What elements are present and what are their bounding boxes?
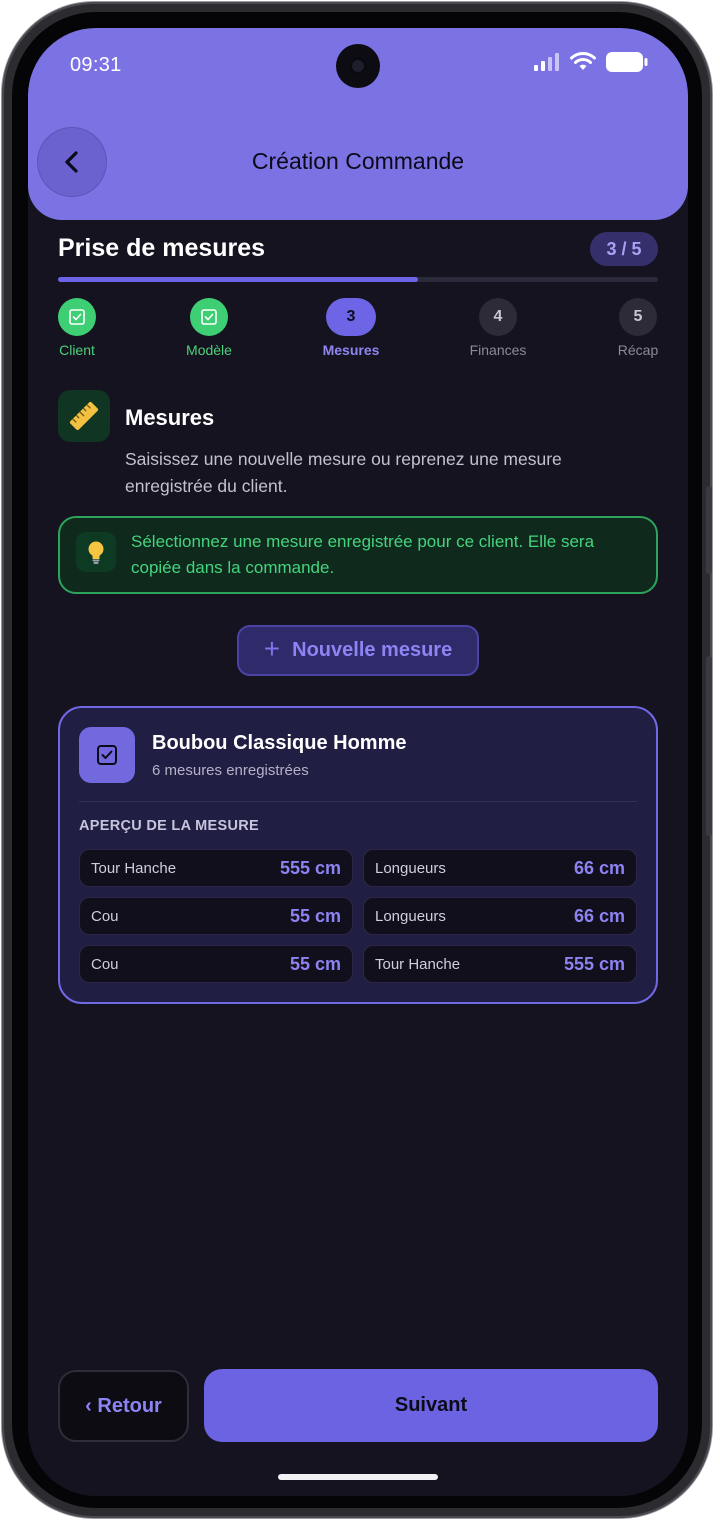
measure-value: 66 cm	[573, 905, 625, 926]
step-dot: 5	[619, 298, 657, 336]
section-description: Saisissez une nouvelle mesure ou reprene…	[125, 449, 562, 496]
step-recap[interactable]: 5 Récap	[618, 298, 658, 358]
measure-item: Longueurs 66 cm	[363, 897, 637, 935]
step-label: Modèle	[186, 342, 232, 358]
measure-name: Longueurs	[375, 907, 446, 925]
step-dot	[58, 298, 96, 336]
progress-bar-fill	[58, 277, 418, 282]
divider	[79, 801, 637, 802]
measure-name: Tour Hanche	[91, 859, 177, 877]
saved-measure-card[interactable]: Boubou Classique Homme 6 mesures enregis…	[58, 706, 658, 1004]
check-square-icon	[201, 309, 217, 325]
step-dot: 3	[326, 298, 376, 336]
home-indicator[interactable]	[278, 1474, 438, 1480]
check-square-icon	[79, 727, 135, 783]
measure-card-subtitle: 6 mesures enregistrées	[152, 762, 309, 779]
measure-value: 66 cm	[573, 857, 625, 878]
step-client[interactable]: Client	[57, 298, 97, 358]
step-finances[interactable]: 4 Finances	[470, 298, 526, 358]
progress-bar	[58, 277, 658, 282]
signal-icon	[534, 53, 559, 71]
measure-item: Longueurs 66 cm	[363, 849, 637, 887]
measure-value: 55 cm	[289, 953, 341, 974]
new-measure-label: Nouvelle mesure	[292, 639, 453, 661]
front-camera	[336, 44, 380, 88]
lightbulb-icon	[76, 532, 116, 572]
check-square-icon	[69, 309, 85, 325]
section-title: Mesures	[125, 405, 215, 430]
preview-title: APERÇU DE LA MESURE	[79, 818, 259, 834]
battery-icon	[606, 52, 648, 72]
measure-value: 55 cm	[289, 905, 341, 926]
status-time: 09:31	[70, 54, 122, 76]
screen: 09:31 Création Commande Prise de mesures…	[28, 28, 688, 1496]
retour-button[interactable]: ‹ Retour	[58, 1370, 189, 1442]
step-label: Mesures	[322, 342, 380, 358]
measure-name: Cou	[91, 907, 119, 925]
measure-name: Cou	[91, 955, 119, 973]
measure-item: Tour Hanche 555 cm	[363, 945, 637, 983]
step-dot	[190, 298, 228, 336]
measure-item: Cou 55 cm	[79, 945, 353, 983]
step-label: Client	[59, 342, 95, 358]
step-dot: 4	[479, 298, 517, 336]
measure-value: 555 cm	[563, 953, 625, 974]
new-measure-button[interactable]: + Nouvelle mesure	[237, 625, 479, 676]
info-banner: Sélectionnez une mesure enregistrée pour…	[58, 516, 658, 594]
ruler-icon	[58, 390, 110, 442]
step-title: Prise de mesures	[58, 234, 266, 262]
measure-card-title: Boubou Classique Homme	[152, 732, 407, 754]
step-mesures[interactable]: 3 Mesures	[321, 298, 381, 358]
step-label: Récap	[617, 342, 659, 358]
measure-item: Cou 55 cm	[79, 897, 353, 935]
suivant-button[interactable]: Suivant	[204, 1369, 658, 1442]
plus-icon: +	[263, 633, 281, 664]
status-icons	[534, 52, 648, 72]
measure-value: 555 cm	[279, 857, 341, 878]
side-button	[706, 656, 712, 836]
measure-name: Tour Hanche	[375, 955, 461, 973]
side-button	[706, 486, 712, 574]
info-banner-text: Sélectionnez une mesure enregistrée pour…	[131, 532, 595, 577]
step-modele[interactable]: Modèle	[186, 298, 232, 358]
page-title: Création Commande	[251, 148, 465, 174]
measure-item: Tour Hanche 555 cm	[79, 849, 353, 887]
wifi-icon	[570, 52, 596, 70]
step-label: Finances	[469, 342, 527, 358]
measure-grid: Tour Hanche 555 cm Longueurs 66 cm Cou 5…	[79, 849, 637, 983]
measure-name: Longueurs	[375, 859, 446, 877]
app-header: 09:31 Création Commande	[28, 28, 688, 220]
step-counter-badge: 3 / 5	[590, 232, 658, 266]
